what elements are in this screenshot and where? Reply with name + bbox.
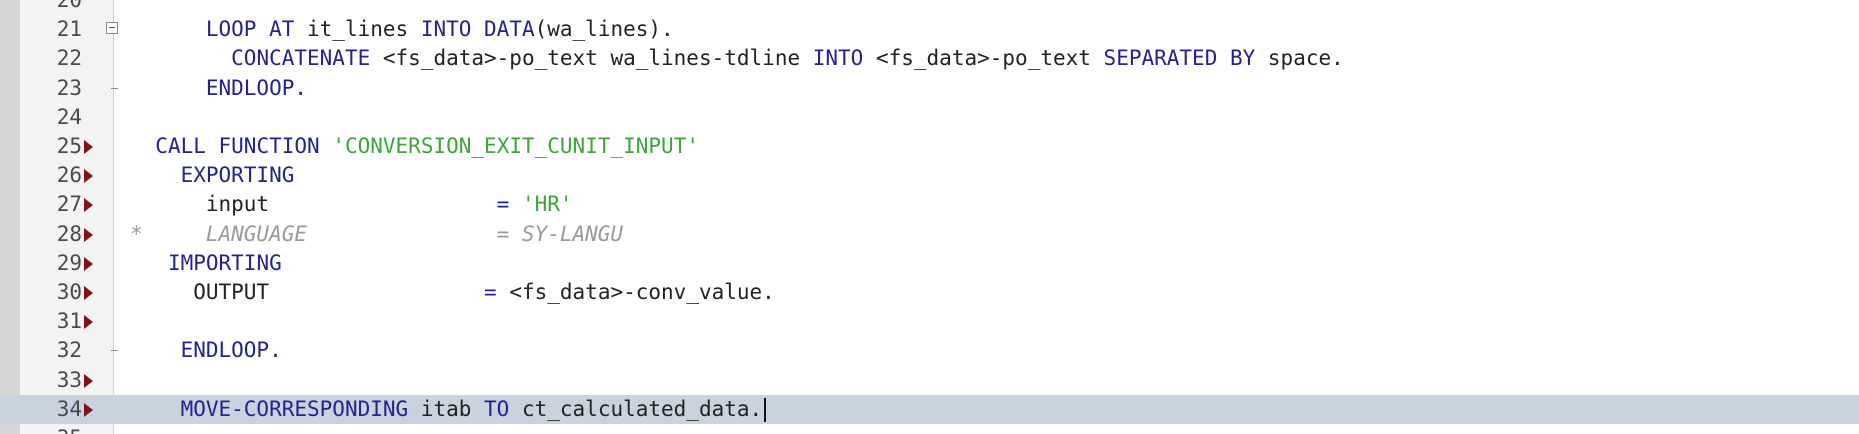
breakpoint-marker-icon[interactable] [84, 220, 96, 249]
line-number: 33 [56, 367, 82, 392]
code-token: <fs_data>-po_text wa_lines-tdline [370, 46, 813, 71]
line-number: 21 [56, 17, 82, 42]
line-number: 28 [56, 221, 82, 246]
keyword-token: SEPARATED BY [1103, 46, 1256, 71]
code-text: ENDLOOP. [130, 74, 307, 103]
breakpoint-marker-icon[interactable] [84, 190, 96, 219]
line-number: 24 [56, 104, 82, 129]
line-number: 34 [56, 396, 82, 421]
code-line-20[interactable]: 20 [0, 0, 1859, 15]
keyword-token: MOVE-CORRESPONDING [180, 396, 409, 421]
breakpoint-marker-icon[interactable] [84, 307, 96, 336]
line-number: 35 [20, 424, 82, 434]
breakpoint-marker-icon[interactable] [84, 161, 96, 190]
comment-token: * LANGUAGE = SY-LANGU [130, 221, 624, 246]
code-token: space. [1255, 46, 1344, 71]
line-number: 30 [56, 280, 82, 304]
breakpoint-marker-icon[interactable] [84, 249, 96, 278]
keyword-token: = [496, 192, 510, 217]
code-line-28[interactable]: 28 * LANGUAGE = SY-LANGU [0, 220, 1859, 249]
keyword-token: INTO [812, 46, 864, 71]
keyword-token: INTO DATA [420, 17, 535, 42]
line-number: 31 [56, 309, 82, 334]
string-literal-token: 'HR' [521, 192, 573, 217]
line-number: 20 [56, 0, 82, 12]
code-line-27[interactable]: 27 input = 'HR' [0, 190, 1859, 219]
line-number: 29 [56, 250, 82, 275]
code-text: OUTPUT = <fs_data>-conv_value. [130, 278, 775, 307]
code-line-33[interactable]: 33 [0, 366, 1859, 395]
keyword-token: IMPORTING [167, 250, 282, 275]
keyword-token: = [484, 280, 497, 304]
code-line-31[interactable]: 31 [0, 307, 1859, 336]
string-literal-token: 'CONVERSION_EXIT_CUNIT_INPUT' [332, 134, 699, 158]
code-line-22[interactable]: 22 CONCATENATE <fs_data>-po_text wa_line… [0, 44, 1859, 73]
line-number: 23 [56, 75, 82, 100]
breakpoint-marker-icon[interactable] [84, 132, 96, 161]
line-number: 22 [56, 46, 82, 71]
fold-end-tick-icon [84, 336, 118, 365]
keyword-token: ENDLOOP. [205, 75, 308, 100]
code-line-25[interactable]: 25 CALL FUNCTION 'CONVERSION_EXIT_CUNIT_… [0, 132, 1859, 161]
code-text: IMPORTING [130, 249, 282, 278]
code-text: ENDLOOP. [130, 336, 282, 365]
keyword-token: CALL FUNCTION [155, 134, 320, 158]
line-number: 25 [56, 134, 82, 158]
code-line-24[interactable]: 24 [0, 103, 1859, 132]
line-number: 32 [56, 338, 82, 363]
code-line-32[interactable]: 32 ENDLOOP. [0, 336, 1859, 365]
keyword-token: EXPORTING [180, 163, 295, 188]
line-number: 27 [56, 192, 82, 217]
keyword-token: ENDLOOP. [180, 338, 282, 363]
fold-end-tick-icon [84, 74, 118, 103]
keyword-token: CONCATENATE [231, 46, 371, 71]
code-token: input [130, 192, 497, 217]
code-token: (wa_lines). [534, 17, 674, 42]
code-text: LOOP AT it_lines INTO DATA(wa_lines). [130, 15, 674, 44]
code-line-26[interactable]: 26 EXPORTING [0, 161, 1859, 190]
keyword-token: LOOP AT [205, 17, 295, 42]
code-token: <fs_data>-po_text [863, 46, 1104, 71]
code-line-23[interactable]: 23 ENDLOOP. [0, 74, 1859, 103]
code-text: MOVE-CORRESPONDING itab TO ct_calculated… [130, 395, 763, 424]
code-line-34[interactable]: 34 MOVE-CORRESPONDING itab TO ct_calcula… [0, 394, 1859, 424]
code-token: it_lines [294, 17, 421, 42]
text-cursor [764, 397, 767, 422]
code-text: input = 'HR' [130, 190, 573, 219]
breakpoint-marker-icon[interactable] [84, 395, 96, 424]
code-text: * LANGUAGE = SY-LANGU [130, 220, 623, 249]
code-text: EXPORTING [130, 161, 295, 190]
breakpoint-marker-icon[interactable] [84, 278, 96, 307]
keyword-token: TO [484, 396, 510, 421]
code-line-35[interactable]: 35 [0, 424, 1859, 434]
code-text: CALL FUNCTION 'CONVERSION_EXIT_CUNIT_INP… [130, 132, 699, 161]
code-token: <fs_data>-conv_value. [496, 280, 775, 304]
code-line-29[interactable]: 29 IMPORTING [0, 249, 1859, 278]
code-line-21[interactable]: 21 LOOP AT it_lines INTO DATA(wa_lines). [0, 15, 1859, 44]
code-text: CONCATENATE <fs_data>-po_text wa_lines-t… [130, 44, 1344, 73]
code-token: itab [408, 396, 485, 421]
code-token: OUTPUT [130, 280, 485, 304]
code-token: ct_calculated_data. [509, 396, 763, 421]
abap-code-editor[interactable]: 20 21 LOOP AT it_lines INTO DATA(wa_lines… [0, 0, 1859, 434]
breakpoint-marker-icon[interactable] [84, 366, 96, 395]
fold-collapse-icon[interactable] [84, 15, 118, 44]
code-line-30[interactable]: 30 OUTPUT = <fs_data>-conv_value. [0, 278, 1859, 307]
line-number: 26 [56, 163, 82, 188]
